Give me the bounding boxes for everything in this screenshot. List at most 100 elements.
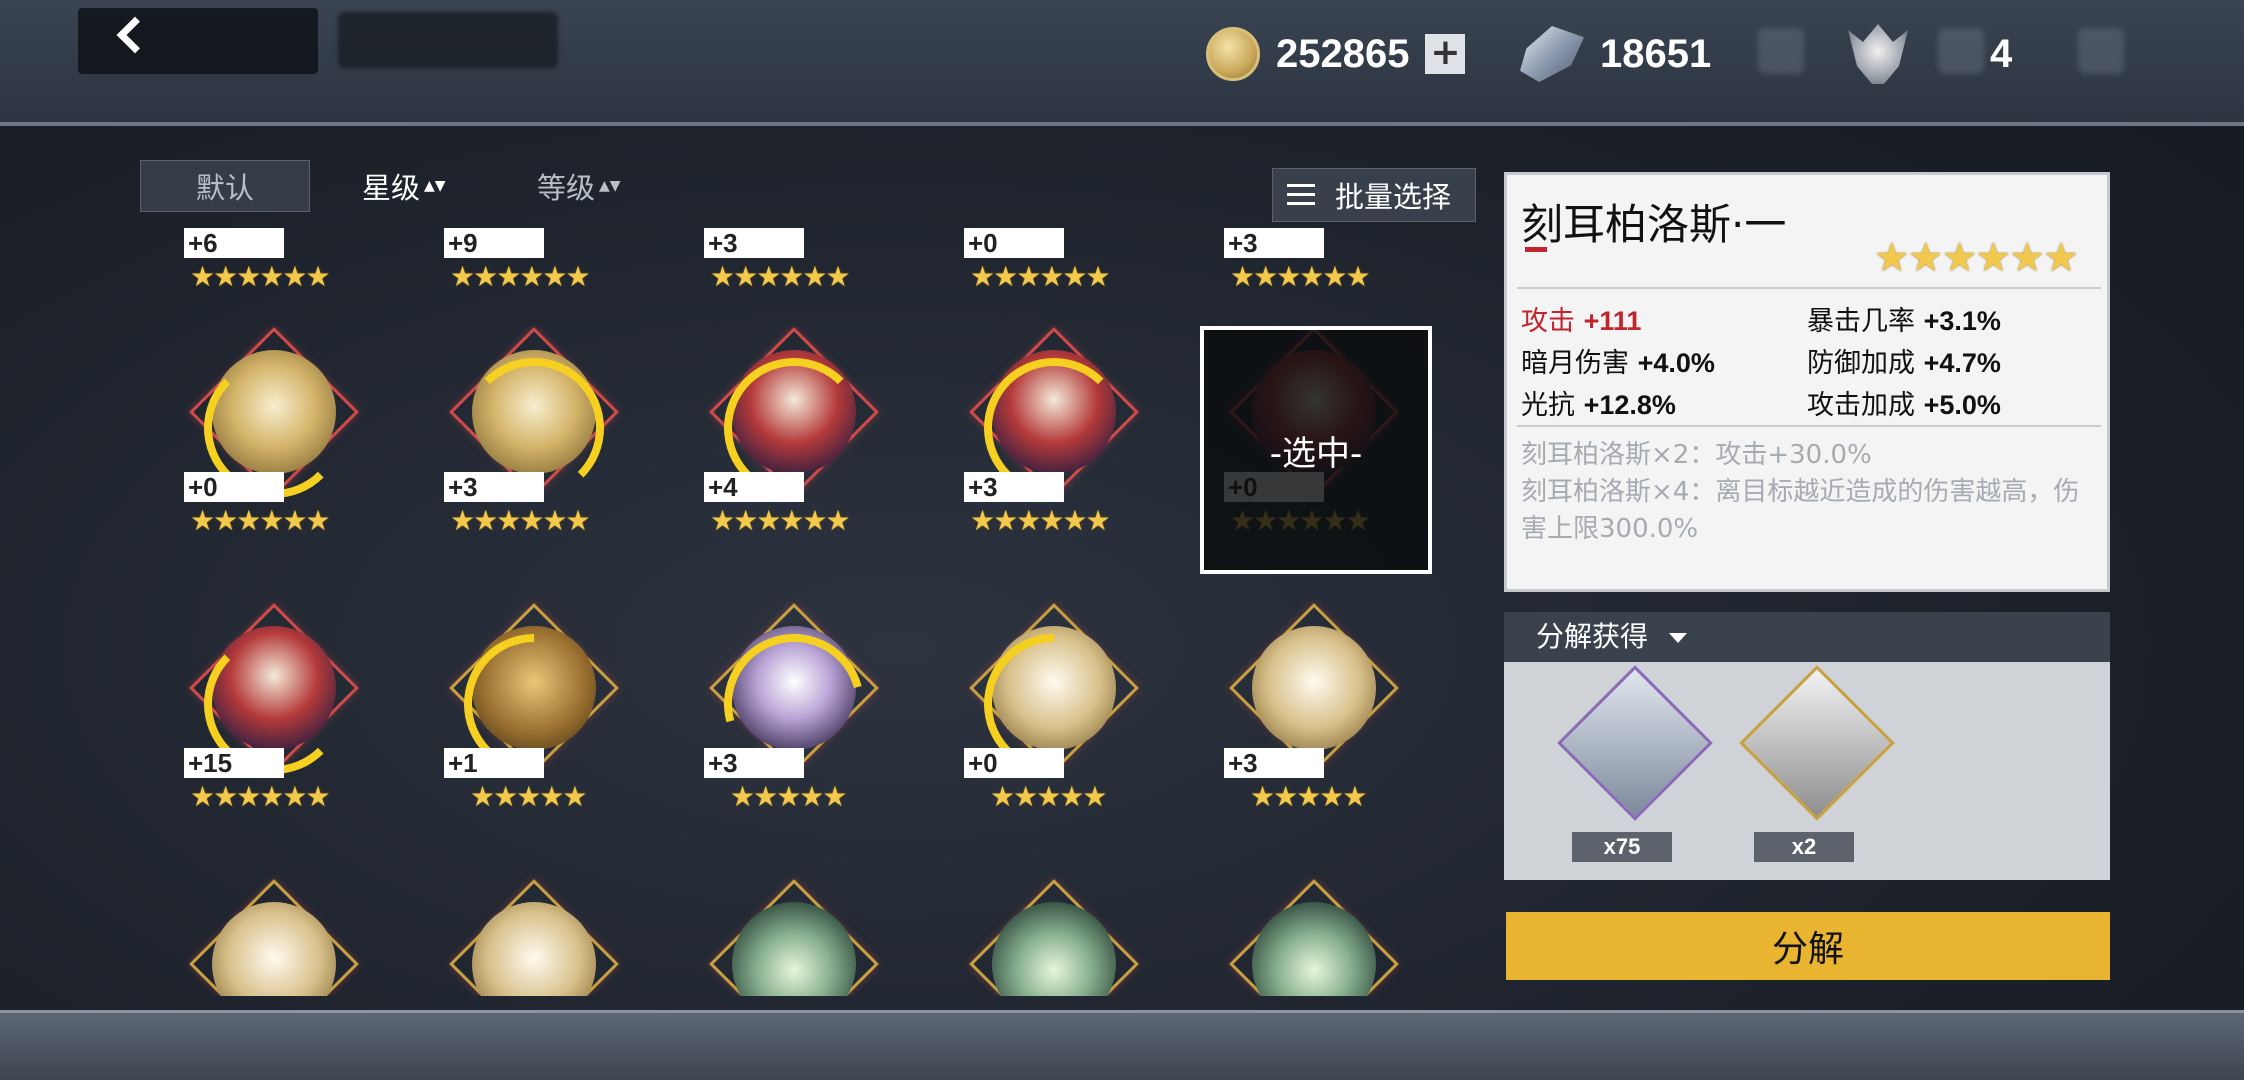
dropdown-arrow-icon — [1668, 633, 1687, 643]
enhance-level: +3 — [1224, 748, 1324, 778]
reward-item[interactable]: x2 — [1739, 665, 1895, 862]
star-rating: ★★★★★★ — [710, 504, 851, 537]
blurred-icon — [2078, 28, 2124, 74]
set-bonus-description: 刻耳柏洛斯×2：攻击+30.0% 刻耳柏洛斯×4：离目标越近造成的伤害越高，伤害… — [1521, 437, 2101, 548]
skull-token-icon — [1848, 24, 1908, 84]
decompose-button[interactable]: 分解 — [1506, 912, 2110, 980]
jade-orb-icon — [1252, 902, 1376, 996]
equipment-card[interactable]: +0 ★★★★★★ — [184, 327, 364, 578]
equipment-card[interactable]: +3 ★★★★★★ — [964, 327, 1144, 578]
equipment-card[interactable]: +3 ★★★★★★ — [1224, 228, 1404, 334]
stat-label: 防御加成 — [1807, 348, 1915, 379]
star-rating: ★★★★★★ — [190, 780, 331, 813]
detail-star-rating: ★★★★★★ — [1873, 235, 2079, 281]
star-rating: ★★★★★ — [990, 780, 1108, 813]
equipment-card[interactable] — [444, 879, 624, 996]
enhance-level: +4 — [704, 472, 804, 502]
star-rating: ★★★★★★ — [450, 260, 591, 293]
crystal-count: 18651 — [1600, 31, 1712, 76]
list-icon — [1287, 184, 1315, 206]
enhance-level: +9 — [444, 228, 544, 258]
stat-value: +12.8% — [1583, 390, 1676, 420]
coin-icon — [1206, 27, 1260, 81]
blurred-icon — [1758, 28, 1804, 74]
decompose-rewards: x75 x2 — [1504, 662, 2110, 880]
name-underline — [1525, 247, 1547, 252]
batch-select-button[interactable]: 批量选择 — [1272, 168, 1476, 222]
equipment-card[interactable]: +15 ★★★★★★ — [184, 603, 364, 854]
equipment-card[interactable]: +3 ★★★★★ — [698, 603, 890, 854]
stat-label: 攻击 — [1521, 306, 1575, 337]
sort-star-tab[interactable]: 星级 ▲▼ — [350, 160, 450, 212]
enhance-level: +6 — [184, 228, 284, 258]
equipment-card[interactable] — [1224, 879, 1404, 996]
stat-attack: 攻击 +111 — [1521, 299, 1641, 338]
enhance-level: +1 — [444, 748, 544, 778]
equipment-card[interactable]: +0 ★★★★★ — [955, 603, 1153, 854]
star-rating: ★★★★★★ — [190, 260, 331, 293]
coin-count: 252865 — [1276, 31, 1410, 76]
star-rating: ★★★★★ — [730, 780, 848, 813]
enhance-level: +3 — [1224, 228, 1324, 258]
reward-count: x75 — [1572, 832, 1672, 862]
stat-light-resist: 光抗 +12.8% — [1521, 383, 1676, 422]
divider — [1517, 425, 2101, 427]
sort-star-label: 星级 — [361, 171, 420, 205]
equipment-card[interactable] — [704, 879, 884, 996]
star-rating: ★★★★★ — [1250, 780, 1368, 813]
skull-count: 4 — [1990, 31, 2013, 76]
top-divider — [0, 122, 2244, 126]
batch-select-label: 批量选择 — [1335, 180, 1452, 214]
set-bonus-2: 刻耳柏洛斯×2：攻击+30.0% — [1521, 440, 1872, 470]
star-rating: ★★★★★★ — [450, 504, 591, 537]
coin-resource: 252865 + — [1206, 22, 1466, 86]
reward-item[interactable]: x75 — [1557, 665, 1713, 862]
stat-crit: 暴击几率 +3.1% — [1807, 299, 2001, 338]
stat-defense: 防御加成 +4.7% — [1807, 341, 2001, 380]
equipment-card[interactable]: +3 ★★★★★ — [1224, 603, 1404, 854]
stat-label: 光抗 — [1521, 390, 1575, 421]
crystal-resource: 18651 — [1520, 22, 1711, 86]
decompose-button-label: 分解 — [1771, 929, 1844, 970]
equipment-card[interactable] — [964, 879, 1144, 996]
star-rating: ★★★★★★ — [970, 260, 1111, 293]
back-button[interactable] — [78, 8, 318, 74]
decompose-header-label: 分解获得 — [1536, 620, 1649, 653]
star-rating: ★★★★★★ — [970, 504, 1111, 537]
equipment-card[interactable] — [184, 879, 364, 996]
dragon-crystal-icon — [1557, 665, 1713, 821]
equipment-detail-panel: 刻耳柏洛斯·一 ★★★★★★ 攻击 +111 暴击几率 +3.1% 暗月伤害 +… — [1504, 172, 2110, 592]
star-rating: ★★★★★★ — [1230, 260, 1371, 293]
star-rating: ★★★★★★ — [190, 504, 331, 537]
bottom-bar — [0, 1010, 2244, 1080]
equipment-card[interactable]: +4 ★★★★★★ — [704, 327, 884, 578]
selected-overlay[interactable]: -选中- — [1200, 326, 1432, 574]
equipment-card[interactable]: +6 ★★★★★★ — [184, 228, 364, 334]
equipment-card[interactable]: +3 ★★★★★★ — [444, 327, 624, 578]
enhance-level: +15 — [184, 748, 284, 778]
equipment-card[interactable]: +9 ★★★★★★ — [444, 228, 624, 334]
phoenix-icon — [212, 902, 336, 996]
enhance-level: +3 — [704, 748, 804, 778]
stat-value: +3.1% — [1923, 306, 2001, 336]
jade-orb-icon — [732, 902, 856, 996]
equipment-card[interactable]: +3 ★★★★★★ — [704, 228, 884, 334]
decompose-header[interactable]: 分解获得 — [1504, 612, 2110, 662]
phoenix-icon — [1252, 626, 1376, 750]
equipment-card[interactable]: +0 ★★★★★★ — [964, 228, 1144, 334]
stat-value: +111 — [1583, 306, 1642, 336]
stat-value: +5.0% — [1923, 390, 2001, 420]
stat-label: 攻击加成 — [1807, 390, 1915, 421]
sort-level-label: 等级 — [536, 171, 595, 205]
dragon-crystal-icon — [1520, 26, 1584, 82]
sort-level-tab[interactable]: 等级 ▲▼ — [520, 160, 630, 212]
add-coins-button[interactable]: + — [1425, 34, 1466, 74]
blurred-title — [338, 12, 558, 68]
star-rating: ★★★★★★ — [710, 260, 851, 293]
selected-label: -选中- — [1269, 433, 1363, 474]
enhance-level: +0 — [964, 228, 1064, 258]
sort-arrows-icon: ▲▼ — [424, 178, 446, 194]
sort-default-tab[interactable]: 默认 — [140, 160, 310, 212]
equipment-card[interactable]: +1 ★★★★★ — [435, 603, 633, 854]
divider — [1517, 287, 2101, 289]
